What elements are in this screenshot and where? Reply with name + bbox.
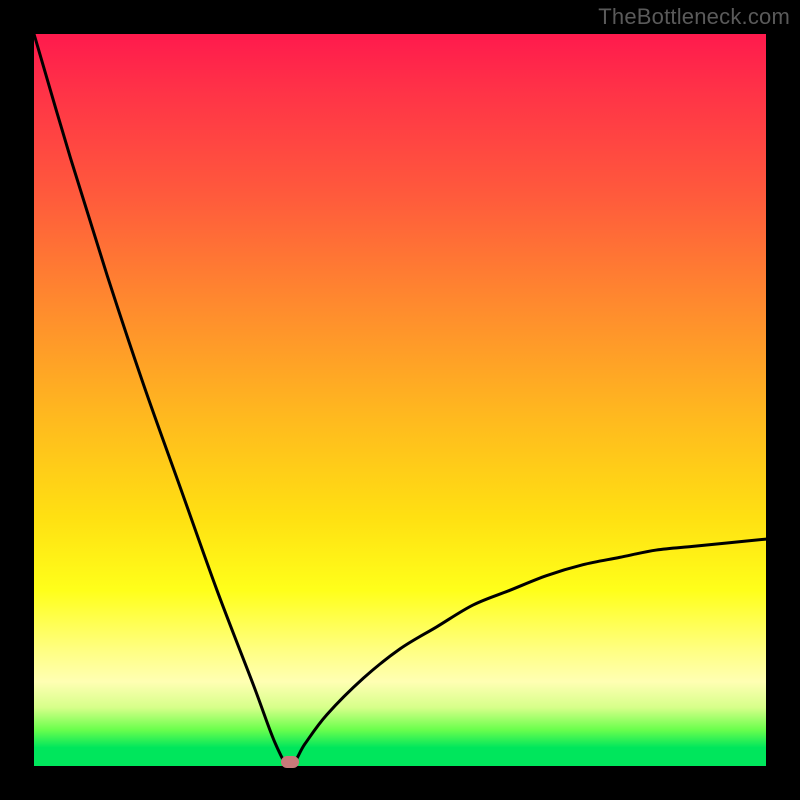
chart-frame: TheBottleneck.com bbox=[0, 0, 800, 800]
optimal-marker bbox=[281, 756, 299, 768]
bottleneck-curve bbox=[34, 34, 766, 766]
watermark-text: TheBottleneck.com bbox=[598, 4, 790, 30]
plot-area bbox=[34, 34, 766, 766]
curve-svg bbox=[34, 34, 766, 766]
